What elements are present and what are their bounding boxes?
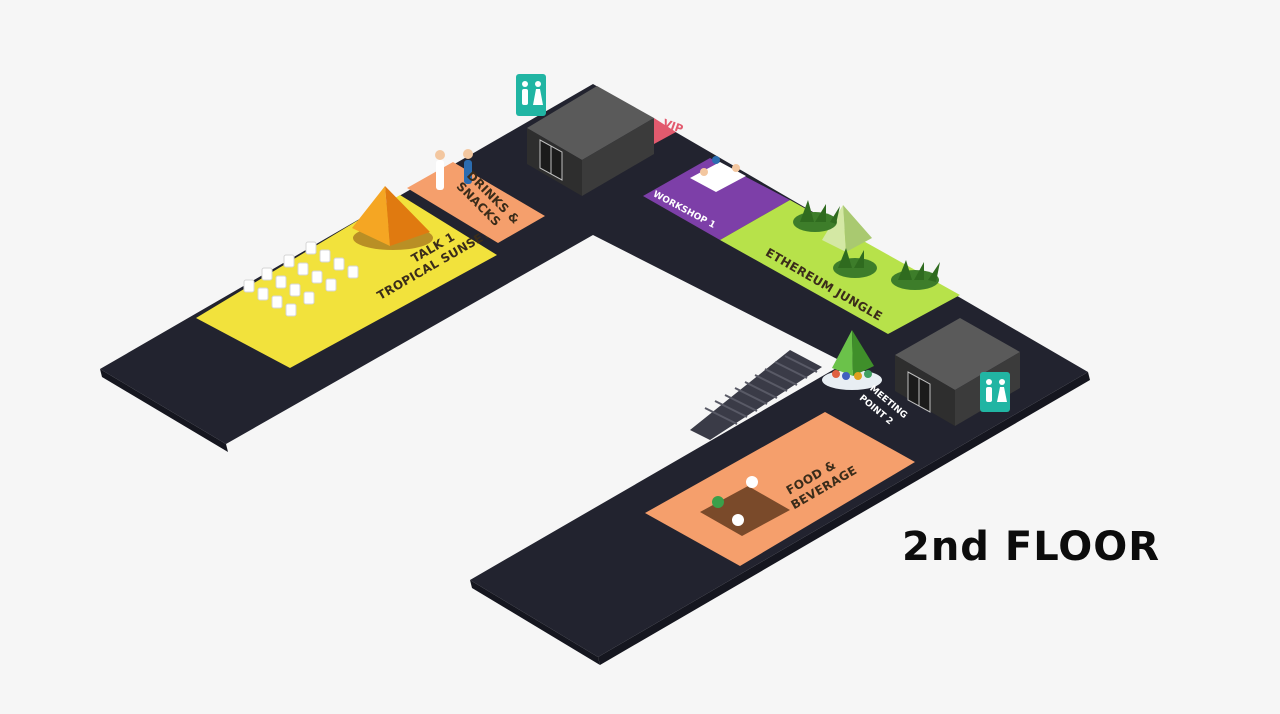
floor-map-container: TALK 1 TROPICAL SUNSET DRINKS & SNACKS V… [0, 0, 1280, 714]
restroom-icon [980, 372, 1010, 412]
restroom-icon [516, 74, 546, 116]
floor-map: TALK 1 TROPICAL SUNSET DRINKS & SNACKS V… [100, 74, 1090, 665]
floor-title: 2nd FLOOR [902, 524, 1161, 570]
